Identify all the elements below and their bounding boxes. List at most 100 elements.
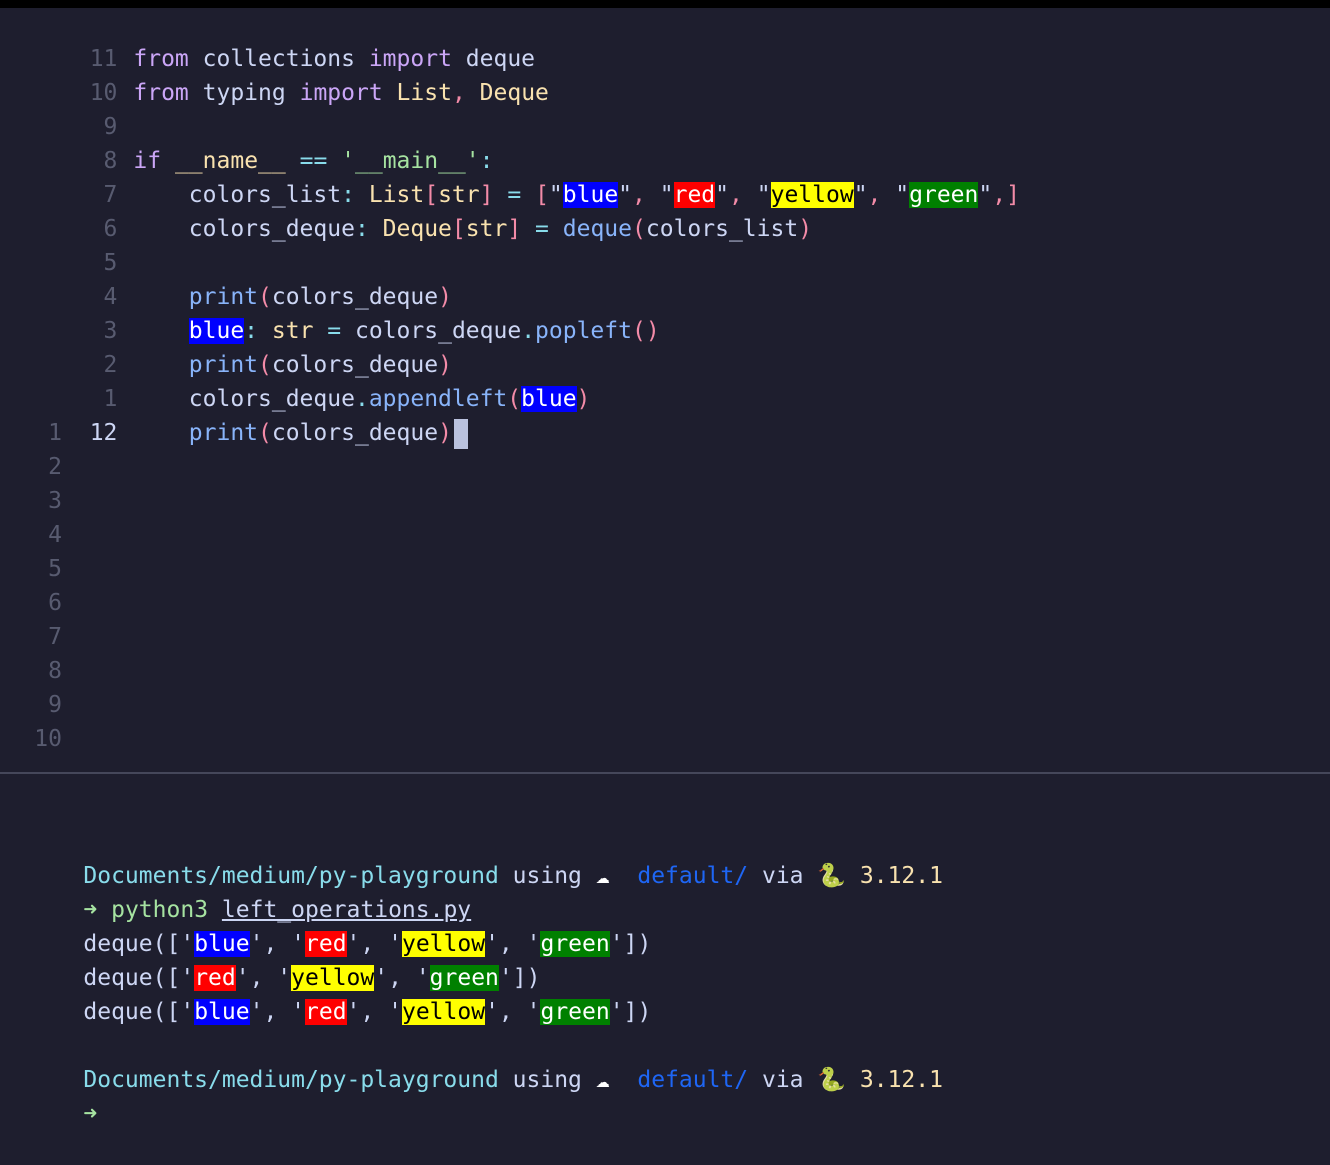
window-top-bar bbox=[0, 0, 1330, 8]
cloud-icon: ☁ bbox=[595, 863, 610, 889]
separator: , bbox=[263, 999, 292, 1025]
code-line[interactable]: 7 colors_list: List[str] = ["blue", "red… bbox=[0, 144, 1020, 208]
color-swatch-red: red bbox=[305, 999, 347, 1025]
prompt-via: via bbox=[761, 1067, 804, 1093]
punctuation: , bbox=[867, 182, 882, 208]
code-line[interactable]: 9 bbox=[0, 688, 62, 722]
output-line: deque(['blue', 'red', 'yellow', 'green']… bbox=[28, 893, 651, 957]
line-number: 10 bbox=[34, 726, 62, 752]
code-line[interactable]: 8 if __name__ == '__main__': bbox=[0, 110, 494, 174]
quote: ' bbox=[291, 999, 305, 1025]
separator: , bbox=[360, 999, 389, 1025]
paren: ) bbox=[438, 420, 452, 446]
quote: ' bbox=[180, 999, 195, 1025]
paren: ( bbox=[507, 386, 522, 412]
command-line: ➜ python3 left_operations.py bbox=[28, 859, 471, 923]
quote: " bbox=[895, 182, 910, 208]
prompt-path: Documents/medium/py-playground bbox=[83, 1067, 499, 1093]
output-line: deque(['blue', 'red', 'yellow', 'green']… bbox=[28, 961, 651, 1025]
python-icon: 🐍 bbox=[817, 863, 847, 889]
function-call: print bbox=[188, 420, 259, 446]
line-number: 3 bbox=[48, 488, 62, 514]
paren: ) bbox=[798, 216, 813, 242]
cloud-icon: ☁ bbox=[595, 1067, 610, 1093]
argument: colors_list bbox=[645, 216, 799, 242]
text-cursor bbox=[453, 418, 468, 449]
code-line[interactable]: 7 bbox=[0, 620, 62, 654]
prompt-arrow-icon: ➜ bbox=[83, 1101, 98, 1127]
color-swatch-green: green bbox=[909, 182, 979, 208]
code-editor[interactable]: 11 from collections import deque 10 from t… bbox=[0, 8, 1330, 772]
line-number: 4 bbox=[48, 522, 62, 548]
code-line[interactable]: 5 bbox=[0, 212, 118, 276]
punctuation: . bbox=[521, 318, 536, 344]
type-name: Deque bbox=[382, 216, 452, 242]
quote: ' bbox=[388, 999, 402, 1025]
prompt-context: default/ bbox=[637, 1067, 749, 1093]
quote: ' bbox=[609, 999, 624, 1025]
output-text: ]) bbox=[623, 999, 652, 1025]
type-name: Deque bbox=[479, 80, 549, 106]
code-line[interactable]: 4 bbox=[0, 518, 62, 552]
output-line: deque(['red', 'yellow', 'green']) bbox=[28, 927, 540, 991]
bracket: ,] bbox=[992, 182, 1020, 208]
code-line-current[interactable]: 12 print(colors_deque) bbox=[0, 382, 468, 449]
color-swatch-blue: blue bbox=[521, 386, 577, 412]
module-name: typing bbox=[202, 80, 286, 106]
keyword: import bbox=[299, 80, 383, 106]
function-call: deque bbox=[562, 216, 633, 242]
line-number: 5 bbox=[48, 556, 62, 582]
prompt-using: using bbox=[512, 1067, 582, 1093]
code-line[interactable]: 5 bbox=[0, 552, 62, 586]
type-name: List bbox=[396, 80, 452, 106]
bracket: [ bbox=[451, 216, 466, 242]
code-line[interactable]: 1 colors_deque.appendleft(blue) bbox=[0, 348, 590, 412]
line-number: 9 bbox=[48, 692, 62, 718]
quote: ' bbox=[526, 999, 541, 1025]
python-version: 3.12.1 bbox=[859, 863, 943, 889]
color-swatch-green: green bbox=[540, 999, 610, 1025]
code-line[interactable]: 2 print(colors_deque) bbox=[0, 314, 452, 378]
operator: = bbox=[535, 216, 549, 242]
quote: ' bbox=[346, 999, 361, 1025]
color-swatch-blue: blue bbox=[194, 999, 250, 1025]
code-line[interactable]: 1 bbox=[0, 416, 62, 450]
color-swatch-yellow: yellow bbox=[401, 999, 486, 1025]
terminal-pane[interactable]: Documents/medium/py-playground using ☁ d… bbox=[0, 774, 1330, 1132]
code-line[interactable]: 11 from collections import deque bbox=[0, 8, 535, 72]
line-number: 12 bbox=[89, 420, 118, 446]
input-line[interactable]: ➜ bbox=[28, 1063, 97, 1127]
paren: ( bbox=[632, 216, 646, 242]
line-number: 8 bbox=[48, 658, 62, 684]
code-line[interactable]: 2 bbox=[0, 450, 62, 484]
punctuation: , bbox=[451, 80, 466, 106]
code-line[interactable]: 8 bbox=[0, 654, 62, 688]
output-text: ]) bbox=[623, 931, 652, 957]
color-swatch-green: green bbox=[540, 931, 610, 957]
quote: " bbox=[978, 182, 993, 208]
prompt-context: default/ bbox=[637, 863, 749, 889]
bracket: ] bbox=[507, 216, 522, 242]
code-line[interactable]: 3 bbox=[0, 484, 62, 518]
punctuation: : bbox=[354, 216, 369, 242]
separator: , bbox=[498, 999, 527, 1025]
python-version: 3.12.1 bbox=[859, 1067, 943, 1093]
quote: ' bbox=[249, 999, 264, 1025]
prompt-using: using bbox=[512, 863, 582, 889]
python-icon: 🐍 bbox=[817, 1067, 847, 1093]
code-line[interactable]: 4 print(colors_deque) bbox=[0, 246, 452, 310]
argument: colors_deque bbox=[271, 420, 439, 446]
quote: " bbox=[853, 182, 868, 208]
type-name: str bbox=[465, 216, 508, 242]
code-line[interactable]: 3 blue: str = colors_deque.popleft() bbox=[0, 280, 660, 344]
output-text: deque([ bbox=[83, 999, 181, 1025]
code-line[interactable]: 9 bbox=[0, 76, 118, 140]
keyword: from bbox=[133, 80, 189, 106]
code-line[interactable]: 6 bbox=[0, 586, 62, 620]
paren: ) bbox=[576, 386, 591, 412]
code-line[interactable]: 6 colors_deque: Deque[str] = deque(color… bbox=[0, 178, 813, 242]
code-line[interactable]: 10 bbox=[0, 722, 62, 756]
code-line[interactable]: 10 from typing import List, Deque bbox=[0, 42, 549, 106]
method-call: popleft bbox=[535, 318, 632, 344]
paren: ( bbox=[258, 420, 272, 446]
